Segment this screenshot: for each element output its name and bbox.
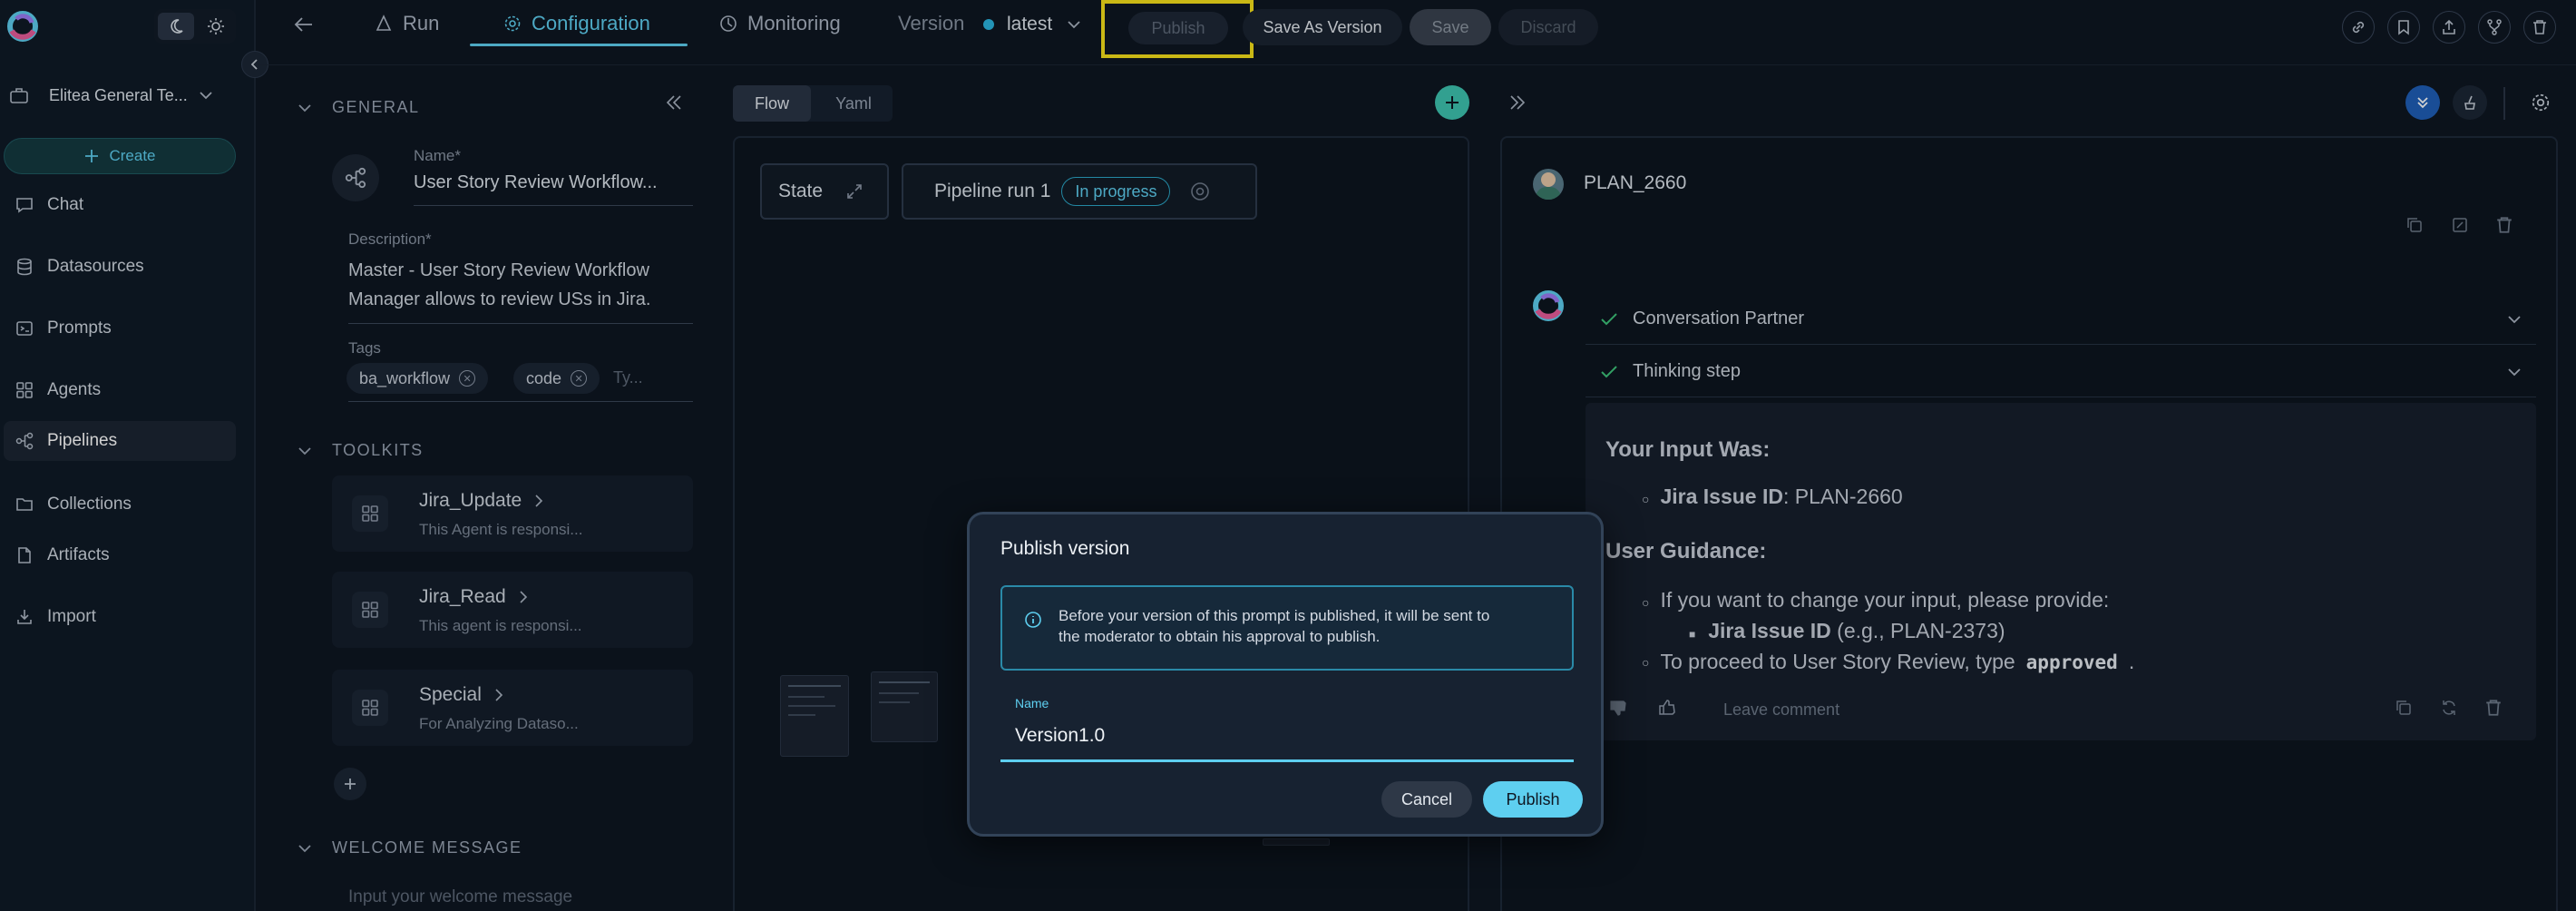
info-icon	[1024, 611, 1042, 629]
publish-confirm-button[interactable]: Publish	[1483, 781, 1583, 818]
version-name-label: Name	[1015, 696, 1049, 710]
info-text: Before your version of this prompt is pu…	[1059, 605, 1489, 647]
dialog-title: Publish version	[1000, 538, 1130, 559]
input-underline	[1000, 759, 1574, 762]
cancel-button[interactable]: Cancel	[1381, 781, 1472, 818]
version-name-input[interactable]: Version1.0	[1015, 725, 1559, 747]
info-line: Before your version of this prompt is pu…	[1059, 607, 1490, 624]
info-box: Before your version of this prompt is pu…	[1000, 585, 1574, 671]
publish-version-dialog: Publish version Before your version of t…	[967, 512, 1604, 837]
info-line: the moderator to obtain his approval to …	[1059, 628, 1381, 645]
